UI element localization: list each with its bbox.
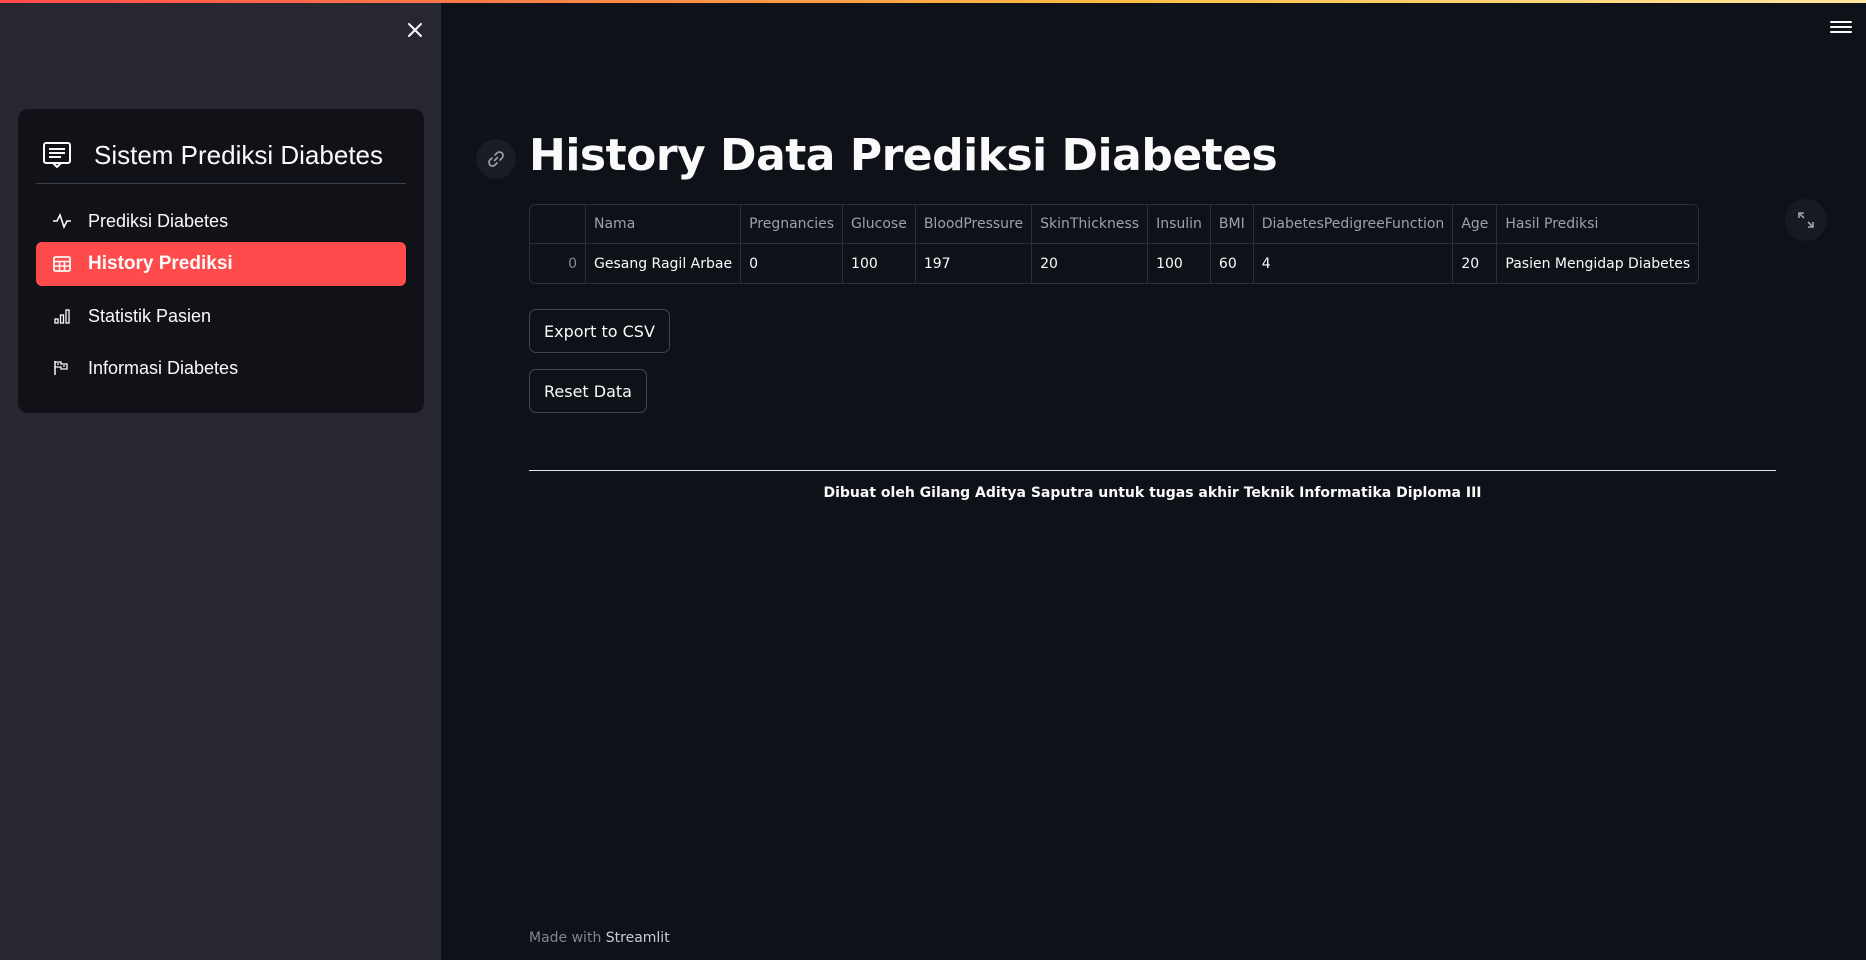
fullscreen-button[interactable] <box>1785 199 1827 241</box>
main-content: History Data Prediksi Diabetes Nama Preg… <box>441 0 1866 960</box>
link-icon <box>488 151 504 167</box>
table-cell[interactable]: 20 <box>1453 244 1498 283</box>
menu-title: Sistem Prediksi Diabetes <box>94 139 383 170</box>
bar-chart-icon <box>50 306 74 326</box>
table-cell[interactable]: Gesang Ragil Arbae <box>586 244 742 283</box>
table-cell[interactable]: 0 <box>741 244 844 283</box>
top-decoration-bar <box>0 0 1866 3</box>
sidebar: Sistem Prediksi Diabetes Prediksi Diabet… <box>0 0 441 960</box>
footer-credit-text: Dibuat oleh Gilang Aditya Saputra untuk … <box>823 485 1482 501</box>
column-header[interactable]: Age <box>1453 205 1498 244</box>
hamburger-line <box>1830 31 1852 33</box>
menu-item-statistik-pasien[interactable]: Statistik Pasien <box>36 294 406 338</box>
menu-item-label: Prediksi Diabetes <box>88 210 229 231</box>
table-cell[interactable]: 20 <box>1032 244 1149 283</box>
anchor-link-button[interactable] <box>476 139 516 179</box>
column-header[interactable]: BloodPressure <box>915 205 1033 244</box>
close-icon <box>408 23 422 37</box>
column-header[interactable]: Pregnancies <box>741 205 844 244</box>
table-cell[interactable]: 60 <box>1211 244 1254 283</box>
row-index-cell[interactable]: 0 <box>530 244 586 283</box>
made-with-footer: Made with Streamlit <box>529 930 670 946</box>
table-cell[interactable]: 197 <box>916 244 1033 283</box>
activity-icon <box>50 211 74 231</box>
menu-item-history-prediksi[interactable]: History Prediksi <box>36 242 406 286</box>
made-with-prefix: Made with <box>529 930 606 946</box>
main-menu-button[interactable] <box>1830 18 1852 38</box>
divider <box>529 470 1776 471</box>
menu-item-label: Statistik Pasien <box>88 305 212 326</box>
column-header-index[interactable] <box>530 205 586 244</box>
hamburger-icon <box>1830 21 1852 23</box>
close-sidebar-button[interactable] <box>403 18 427 42</box>
menu-item-informasi-diabetes[interactable]: Informasi Diabetes <box>36 346 406 390</box>
export-csv-button[interactable]: Export to CSV <box>529 309 670 353</box>
table-cell[interactable]: 100 <box>843 244 916 283</box>
list-card-icon <box>43 139 75 171</box>
expand-icon <box>1798 212 1814 228</box>
menu-item-label: Informasi Diabetes <box>88 357 239 378</box>
table-cell[interactable]: Pasien Mengidap Diabetes <box>1497 244 1698 283</box>
table-cell[interactable]: 100 <box>1148 244 1211 283</box>
column-header[interactable]: SkinThickness <box>1032 205 1149 244</box>
column-header[interactable]: Insulin <box>1148 205 1211 244</box>
table-header-row: Nama Pregnancies Glucose BloodPressure S… <box>530 205 1699 244</box>
hamburger-line <box>1830 26 1852 28</box>
table-cell[interactable]: 4 <box>1254 244 1454 283</box>
menu-item-prediksi-diabetes[interactable]: Prediksi Diabetes <box>36 199 406 243</box>
history-data-table[interactable]: Nama Pregnancies Glucose BloodPressure S… <box>529 204 1700 284</box>
option-menu: Sistem Prediksi Diabetes Prediksi Diabet… <box>18 109 424 413</box>
column-header[interactable]: Glucose <box>843 205 916 244</box>
reset-data-button[interactable]: Reset Data <box>529 369 647 413</box>
column-header[interactable]: Nama <box>586 205 742 244</box>
info-flag-icon <box>50 358 74 378</box>
streamlit-link[interactable]: Streamlit <box>606 930 670 946</box>
column-header[interactable]: DiabetesPedigreeFunction <box>1253 205 1454 244</box>
page-title: History Data Prediksi Diabetes <box>529 130 1278 181</box>
column-header[interactable]: BMI <box>1210 205 1254 244</box>
menu-header: Sistem Prediksi Diabetes <box>36 127 406 184</box>
table-row: 0 Gesang Ragil Arbae 0 100 197 20 100 60… <box>530 244 1698 283</box>
menu-item-label: History Prediksi <box>88 253 233 274</box>
column-header[interactable]: Hasil Prediksi <box>1497 205 1699 244</box>
table-icon <box>50 254 74 274</box>
